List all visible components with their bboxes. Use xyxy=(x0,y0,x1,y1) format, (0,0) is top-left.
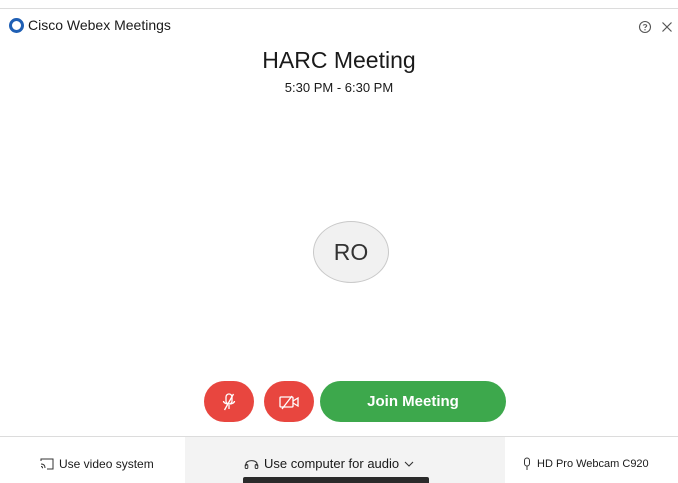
bottom-bar: Use video system Use computer for audio … xyxy=(0,436,678,483)
headset-icon xyxy=(244,459,259,469)
webex-meeting-window: Cisco Webex Meetings HARC Meeting 5:30 P… xyxy=(0,0,678,483)
app-title: Cisco Webex Meetings xyxy=(28,17,171,33)
close-icon[interactable] xyxy=(659,19,675,35)
microphone-muted-icon xyxy=(222,392,236,410)
tooltip-bar xyxy=(243,477,429,483)
microphone-icon xyxy=(524,457,530,470)
camera-label: HD Pro Webcam C920 xyxy=(537,458,649,470)
title-bar: Cisco Webex Meetings xyxy=(0,9,678,41)
meeting-time: 5:30 PM - 6:30 PM xyxy=(284,80,394,95)
help-icon[interactable] xyxy=(637,19,653,35)
video-button[interactable] xyxy=(264,381,314,422)
video-system-label: Use video system xyxy=(59,457,154,471)
chevron-down-icon xyxy=(404,461,414,467)
join-meeting-button[interactable]: Join Meeting xyxy=(320,381,506,422)
mute-button[interactable] xyxy=(204,381,254,422)
cast-icon xyxy=(40,458,54,470)
video-off-icon xyxy=(279,395,299,409)
audio-select[interactable]: Use computer for audio xyxy=(244,456,415,471)
audio-label: Use computer for audio xyxy=(264,456,400,471)
use-video-system-button[interactable]: Use video system xyxy=(40,457,154,471)
meeting-title: HARC Meeting xyxy=(262,47,416,73)
camera-select[interactable]: HD Pro Webcam C920 xyxy=(522,457,649,471)
avatar: RO xyxy=(313,221,389,283)
webex-logo-icon xyxy=(9,18,24,33)
